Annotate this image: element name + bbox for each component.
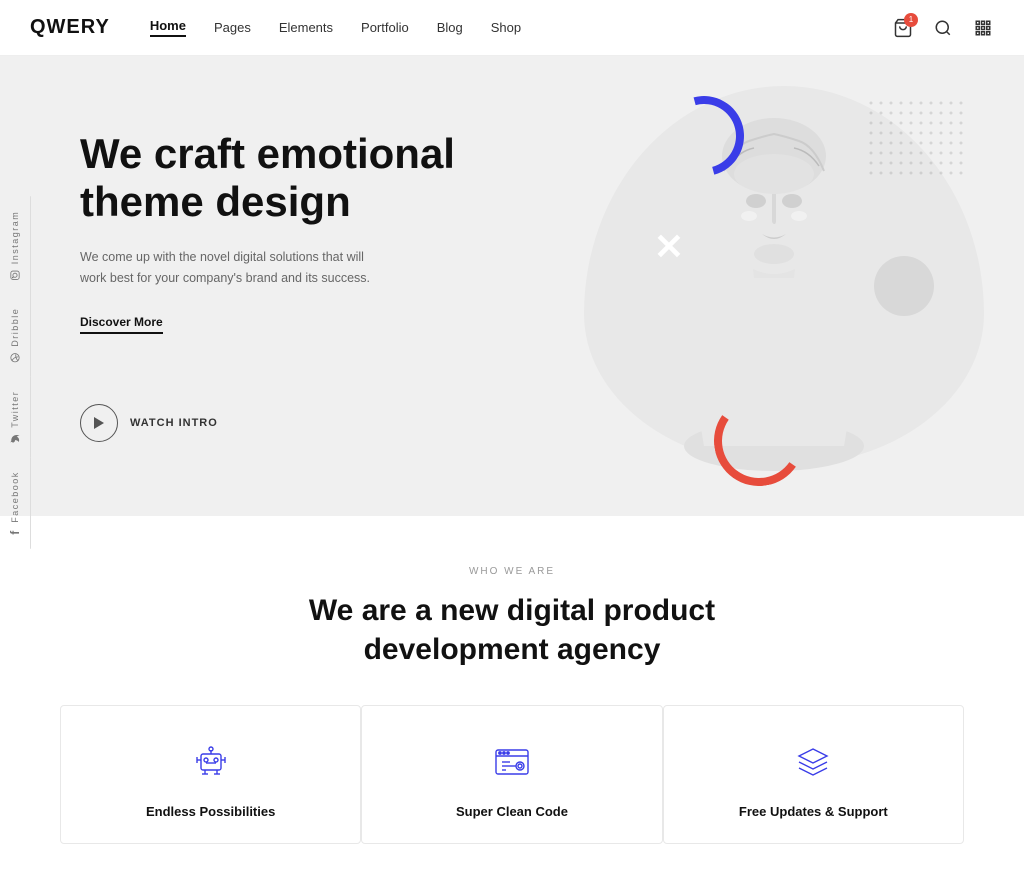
endless-possibilities-icon (185, 736, 237, 788)
main-content: We craft emotional theme design We come … (0, 0, 1024, 874)
header-icons: 1 (892, 17, 994, 39)
nav-pages[interactable]: Pages (214, 20, 251, 35)
feature-label-2: Super Clean Code (456, 804, 568, 819)
super-clean-code-icon (486, 736, 538, 788)
nav-home[interactable]: Home (150, 18, 186, 37)
feature-card-1: Endless Possibilities (60, 705, 361, 844)
twitter-icon (9, 434, 21, 444)
nav-shop[interactable]: Shop (491, 20, 521, 35)
free-updates-icon (787, 736, 839, 788)
nav-blog[interactable]: Blog (437, 20, 463, 35)
search-icon[interactable] (932, 17, 954, 39)
social-dribble[interactable]: Dribble (0, 294, 31, 377)
instagram-label: Instagram (10, 210, 20, 264)
grid-icon[interactable] (972, 17, 994, 39)
dribble-label: Dribble (10, 308, 20, 347)
nav-elements[interactable]: Elements (279, 20, 333, 35)
twitter-label: Twitter (10, 391, 20, 428)
discover-more-button[interactable]: Discover More (80, 315, 163, 334)
who-section: WHO WE ARE We are a new digital product … (0, 516, 1024, 874)
feature-label-1: Endless Possibilities (146, 804, 275, 819)
nav-portfolio[interactable]: Portfolio (361, 20, 409, 35)
cart-icon[interactable]: 1 (892, 17, 914, 39)
feature-card-3: Free Updates & Support (663, 705, 964, 844)
hero-visual: ✕ (464, 56, 1024, 516)
hero-subtitle: We come up with the novel digital soluti… (80, 247, 370, 290)
social-instagram[interactable]: Instagram (0, 196, 31, 294)
watch-intro-label: WATCH INTRO (130, 417, 218, 429)
logo[interactable]: QWERY (30, 16, 110, 39)
sidebar-social: Instagram Dribble Twitter f Facebook (0, 196, 31, 549)
features-grid: Endless Possibilities (60, 705, 964, 844)
feature-card-2: Super Clean Code (361, 705, 662, 844)
social-twitter[interactable]: Twitter (0, 377, 31, 458)
social-facebook[interactable]: f Facebook (0, 458, 31, 549)
main-nav: Home Pages Elements Portfolio Blog Shop (150, 18, 892, 37)
hero-heading: We craft emotional theme design (80, 130, 520, 227)
who-title: We are a new digital product development… (30, 591, 994, 669)
watch-intro-button[interactable]: WATCH INTRO (80, 404, 520, 442)
instagram-icon (9, 270, 21, 280)
cross-decoration: ✕ (654, 226, 684, 268)
site-header: QWERY Home Pages Elements Portfolio Blog… (0, 0, 1024, 56)
hero-section: We craft emotional theme design We come … (0, 56, 1024, 516)
feature-label-3: Free Updates & Support (739, 804, 888, 819)
facebook-icon: f (8, 529, 22, 535)
facebook-label: Facebook (10, 472, 20, 524)
hero-content: We craft emotional theme design We come … (80, 130, 520, 442)
play-icon (80, 404, 118, 442)
cart-badge: 1 (904, 13, 918, 27)
dribble-icon (9, 353, 21, 363)
who-eyebrow: WHO WE ARE (30, 566, 994, 577)
